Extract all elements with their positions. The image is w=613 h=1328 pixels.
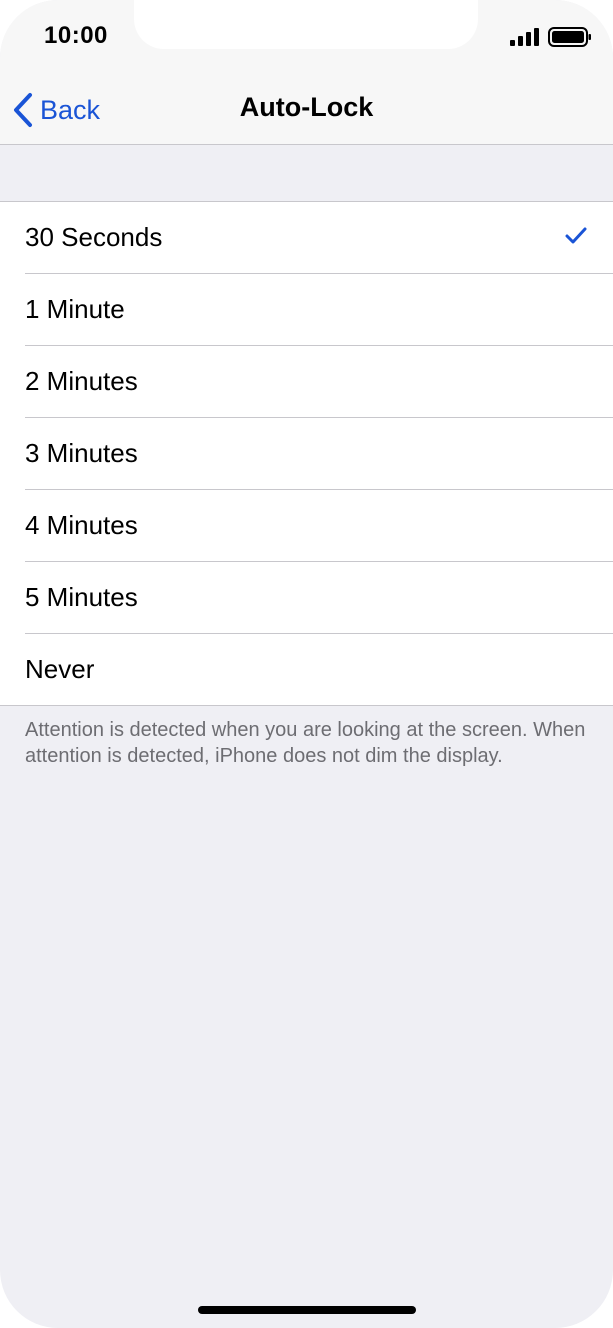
option-label: 1 Minute [25,294,125,324]
attention-footnote: Attention is detected when you are looki… [25,719,586,767]
notch [134,0,478,49]
cellular-signal-icon [510,28,539,46]
home-indicator[interactable] [198,1306,416,1314]
option-2-minutes[interactable]: 2 Minutes [0,345,613,417]
option-label: 4 Minutes [25,510,138,540]
status-bar: 10:00 [0,0,613,72]
page-title: Auto-Lock [239,92,374,122]
option-3-minutes[interactable]: 3 Minutes [0,417,613,489]
option-label: 5 Minutes [25,582,138,612]
option-never[interactable]: Never [0,633,613,705]
option-1-minute[interactable]: 1 Minute [0,273,613,345]
option-4-minutes[interactable]: 4 Minutes [0,489,613,561]
status-time: 10:00 [44,22,108,49]
battery-full-icon [548,27,591,47]
phone-screen: 10:00 Back Auto-Lock 30 Seconds 1 Minute… [0,0,613,1328]
option-label: Never [25,654,95,684]
option-30-seconds[interactable]: 30 Seconds [0,202,613,273]
option-label: 3 Minutes [25,438,138,468]
option-label: 2 Minutes [25,366,138,396]
auto-lock-options-list: 30 Seconds 1 Minute 2 Minutes 3 Minutes … [0,201,613,706]
option-5-minutes[interactable]: 5 Minutes [0,561,613,633]
checkmark-icon [565,227,587,244]
navigation-bar: Back Auto-Lock [0,72,613,145]
option-label: 30 Seconds [25,222,163,252]
